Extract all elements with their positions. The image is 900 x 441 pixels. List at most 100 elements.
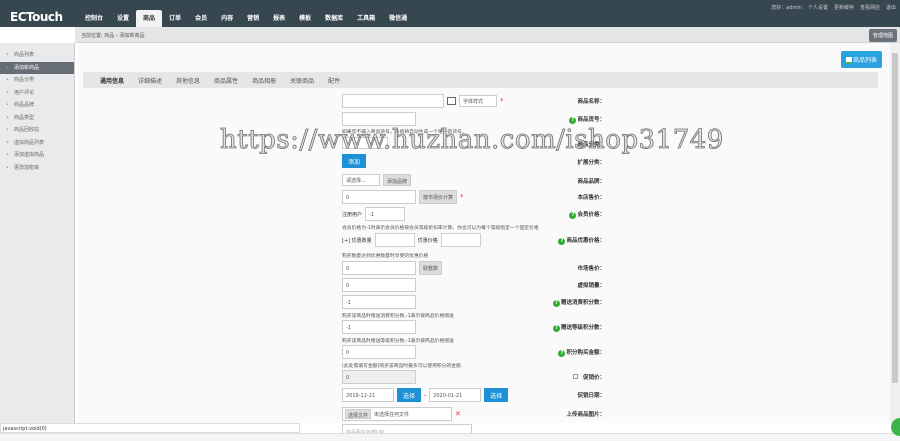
help-icon[interactable]: ? <box>569 212 577 219</box>
label: ? 会员价格： <box>525 210 605 219</box>
sidebar-item-virtual-list[interactable]: 虚拟商品列表 <box>0 137 74 150</box>
choose-start-button[interactable]: 选择 <box>397 388 422 402</box>
sidebar-item-add-goods[interactable]: 添加新商品 <box>0 61 74 74</box>
clear-cache-link[interactable]: 更新缓存 <box>834 4 854 11</box>
color-picker-icon[interactable] <box>447 97 456 105</box>
row-goods-image: 上传商品图片： 选择文件 未选择任何文件 ✕ <box>270 407 770 421</box>
goods-list-label: 商品列表 <box>852 57 877 64</box>
map-button[interactable]: 管理地图 <box>868 29 897 42</box>
round-button[interactable]: 取整数 <box>419 261 443 275</box>
nav-reports[interactable]: 报表 <box>266 10 292 27</box>
tab-attributes[interactable]: 商品属性 <box>207 72 245 88</box>
sidebar-item-change-key[interactable]: 更改加密串 <box>0 162 74 175</box>
nav-content[interactable]: 内容 <box>214 10 240 27</box>
add-ext-category-button[interactable]: 添加 <box>342 154 367 168</box>
nav-settings[interactable]: 设置 <box>110 10 136 27</box>
user-bar: 您好：admin 个人设置 更新缓存 查看网店 退出 <box>771 4 896 11</box>
sidebar-item-comments[interactable]: 用户评论 <box>0 87 74 100</box>
personal-settings-link[interactable]: 个人设置 <box>808 4 828 11</box>
label: 商品名称： <box>577 99 605 105</box>
goods-name-input[interactable] <box>342 94 444 108</box>
logo: ECTouch <box>10 10 63 24</box>
nav-templates[interactable]: 模板 <box>292 10 318 27</box>
nav-orders[interactable]: 订单 <box>162 10 188 27</box>
tab-general[interactable]: 通用信息 <box>93 72 131 88</box>
label: ? 商品货号： <box>525 115 605 124</box>
label: 商品分类： <box>577 142 605 148</box>
promote-price-input[interactable]: 0 <box>342 370 416 384</box>
goods-sn-input[interactable] <box>342 112 416 126</box>
promote-end-input[interactable]: 2020-01-21 <box>429 388 482 402</box>
category-select[interactable] <box>342 137 388 149</box>
sn-hint: 如果您不输入商品货号，系统将自动生成一个唯一的货号。 <box>342 130 467 135</box>
nav-dashboard[interactable]: 控制台 <box>78 10 110 27</box>
nav-marketing[interactable]: 营销 <box>240 10 266 27</box>
rank-integral-input[interactable]: -1 <box>342 320 416 334</box>
scrollbar[interactable] <box>890 43 900 423</box>
row-market-price: 市场售价： 0 取整数 <box>270 261 770 275</box>
add-brand-button[interactable]: 添加品牌 <box>383 174 412 186</box>
nav-database[interactable]: 数据库 <box>318 10 350 27</box>
nav-wechat[interactable]: 微信通 <box>382 10 414 27</box>
tab-linked[interactable]: 关联商品 <box>283 72 321 88</box>
required-mark: * <box>460 193 464 201</box>
nav-members[interactable]: 会员 <box>188 10 214 27</box>
help-icon[interactable]: ? <box>569 117 577 124</box>
volume-number-input[interactable] <box>374 233 415 247</box>
tab-other[interactable]: 其他信息 <box>169 72 207 88</box>
tab-gallery[interactable]: 商品相册 <box>245 72 283 88</box>
shop-price-input[interactable]: 0 <box>342 190 416 204</box>
sidebar-item-goods-list[interactable]: 商品列表 <box>0 49 74 62</box>
file-status: 未选择任何文件 <box>374 411 410 418</box>
help-icon[interactable]: ? <box>558 238 566 245</box>
label: 上传商品图片： <box>566 412 605 418</box>
font-style-select[interactable]: 字体样式 <box>459 95 497 107</box>
help-icon[interactable]: ? <box>552 325 560 332</box>
sidebar-item-category[interactable]: 商品分类 <box>0 74 74 87</box>
integral-hint: (此处需填写金额)购买该商品时最多可以使用积分的金额 <box>342 364 461 369</box>
row-virtual-sales: 虚拟销量： 0 <box>270 278 770 292</box>
member-price-input[interactable]: -1 <box>365 207 406 221</box>
sidebar-item-trash[interactable]: 商品回收站 <box>0 124 74 137</box>
row-promote-price: 促销价： 0 <box>270 370 770 384</box>
greeting: 您好：admin <box>771 5 802 11</box>
volume-price-label: 优惠价格 <box>417 237 438 244</box>
help-icon[interactable]: ? <box>552 300 560 307</box>
row-category: 商品分类： <box>270 137 770 151</box>
sidebar-item-add-virtual[interactable]: 添加虚拟商品 <box>0 149 74 162</box>
choose-end-button[interactable]: 选择 <box>484 388 509 402</box>
goods-list-button[interactable]: 商品列表 <box>840 51 882 68</box>
label: ? 赠送等级积分数： <box>525 323 605 332</box>
nav-tools[interactable]: 工具箱 <box>350 10 382 27</box>
sidebar-item-brands[interactable]: 商品品牌 <box>0 99 74 112</box>
give-integral-input[interactable]: -1 <box>342 295 416 309</box>
promote-start-input[interactable]: 2019-12-21 <box>342 388 394 402</box>
integral-input[interactable]: 0 <box>342 345 416 359</box>
row-volume-price: ? 商品优惠价格： [+] 优惠数量 优惠价格 <box>270 233 770 247</box>
sidebar-item-types[interactable]: 商品类型 <box>0 112 74 125</box>
brand-select[interactable]: 请选择... <box>342 174 380 186</box>
file-input[interactable]: 选择文件 未选择任何文件 <box>342 407 452 421</box>
sidebar: 商品列表 添加新商品 商品分类 用户评论 商品品牌 商品类型 商品回收站 虚拟商… <box>0 43 75 423</box>
scrollbar-thumb[interactable] <box>892 53 898 383</box>
help-icon[interactable]: ? <box>558 350 566 357</box>
date-separator: - <box>424 391 427 399</box>
volume-price-input[interactable] <box>440 233 481 247</box>
logout-link[interactable]: 退出 <box>886 4 896 11</box>
tab-accessories[interactable]: 配件 <box>321 72 347 88</box>
promote-checkbox[interactable] <box>572 374 578 379</box>
virtual-sales-input[interactable]: 0 <box>342 278 416 292</box>
add-volume-link[interactable]: [+] 优惠数量 <box>342 237 372 244</box>
tab-description[interactable]: 详细描述 <box>131 72 169 88</box>
nav-goods[interactable]: 商品 <box>136 10 163 27</box>
remove-icon[interactable]: ✕ <box>455 410 461 418</box>
required-mark: * <box>500 97 504 105</box>
calc-market-button[interactable]: 按市场价计算 <box>419 190 458 204</box>
list-icon <box>845 57 852 64</box>
choose-file-button[interactable]: 选择文件 <box>345 409 372 419</box>
view-shop-link[interactable]: 查看网店 <box>860 4 880 11</box>
row-brand: 商品品牌： 请选择... 添加品牌 <box>270 174 770 188</box>
market-price-input[interactable]: 0 <box>342 261 416 275</box>
main-nav: 控制台 设置 商品 订单 会员 内容 营销 报表 模板 数据库 工具箱 微信通 <box>78 10 414 27</box>
row-member-price: ? 会员价格： 注册用户 -1 <box>270 207 770 221</box>
